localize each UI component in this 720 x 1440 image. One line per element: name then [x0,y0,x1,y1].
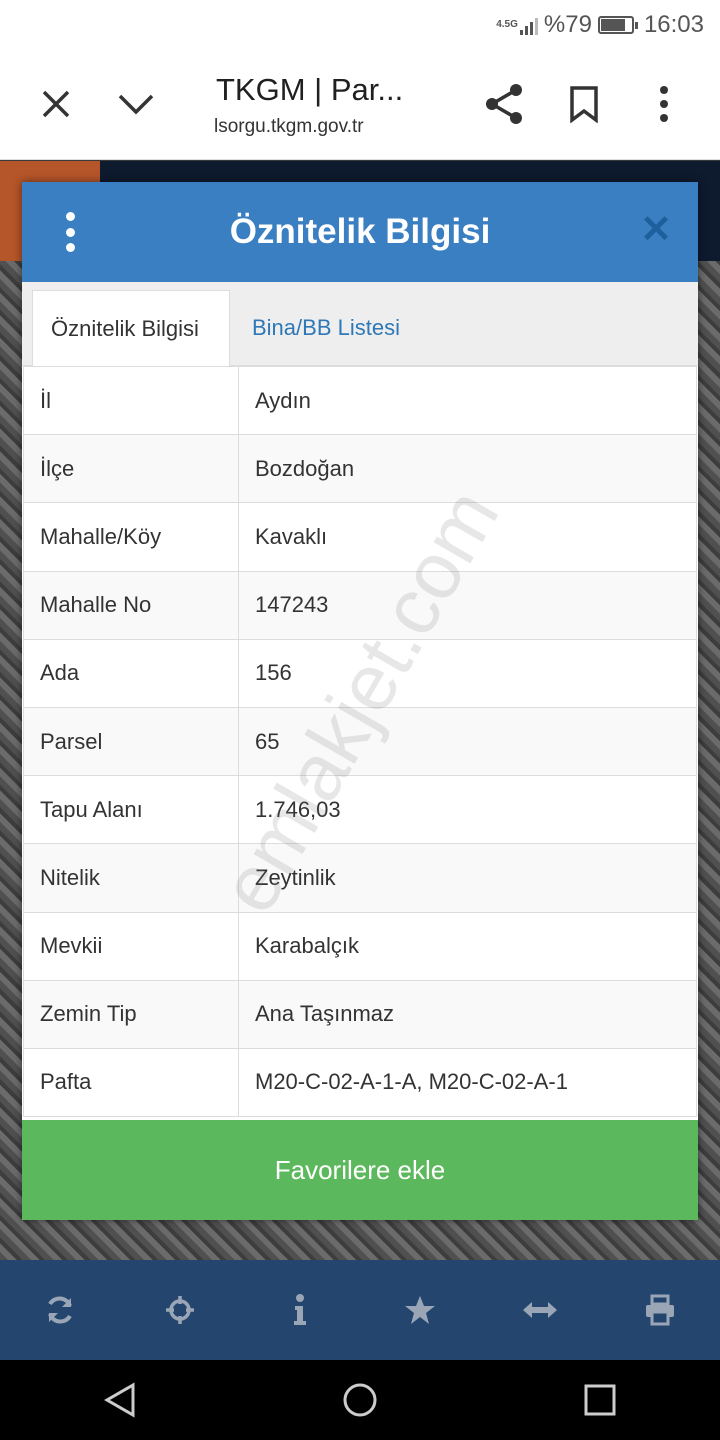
table-row: Mevkii Karabalçık [23,911,697,981]
refresh-icon[interactable] [30,1280,90,1340]
tab-title: TKGM | Par... [216,72,404,107]
star-icon[interactable] [390,1280,450,1340]
attribute-key: Parsel [23,706,239,777]
dialog-title: Öznitelik Bilgisi [229,212,491,251]
attribute-key: Zemin Tip [23,979,239,1049]
close-icon[interactable] [26,74,86,134]
attribute-value: 65 [238,706,697,777]
close-icon[interactable]: ✕ [640,210,672,250]
attribute-table: İl Aydın İlçe Bozdoğan Mahalle/Köy Kavaklı Mah… [23,365,697,1118]
attribute-value: 156 [238,638,697,708]
attribute-key: Ada [23,638,239,708]
home-icon[interactable] [330,1370,390,1430]
attribute-dialog: Öznitelik Bilgisi ✕ Öznitelik Bilgisi Bi… [22,182,698,1220]
status-bar: 4.5G %79 16:03 [0,0,720,50]
network-type: 4.5G [496,19,518,30]
recents-icon[interactable] [570,1370,630,1430]
add-favorite-button[interactable]: Favorilere ekle [22,1120,698,1220]
table-row: Mahalle/Köy Kavaklı [23,502,697,572]
table-row: Mahalle No 147243 [23,570,697,640]
attribute-key: Pafta [23,1047,239,1118]
attribute-value: Kavaklı [238,502,697,572]
attribute-value: M20-C-02-A-1-A, M20-C-02-A-1 [238,1047,697,1118]
attribute-key: Mahalle/Köy [23,502,239,572]
table-row: Tapu Alanı 1.746,03 [23,775,697,845]
table-row: Nitelik Zeytinlik [23,843,697,913]
table-row: Zemin Tip Ana Taşınmaz [23,979,697,1049]
tab-building-list[interactable]: Bina/BB Listesi [234,290,418,366]
attribute-value: 1.746,03 [238,775,697,845]
clock: 16:03 [643,11,704,38]
map-toolbar [0,1260,720,1360]
table-row: Parsel 65 [23,706,697,777]
table-row: İl Aydın [23,365,697,436]
attribute-value: Zeytinlik [238,843,697,913]
table-row: İlçe Bozdoğan [23,434,697,504]
print-icon[interactable] [630,1280,690,1340]
table-row: Ada 156 [23,638,697,708]
attribute-key: Mevkii [23,911,239,981]
bookmark-icon[interactable] [554,74,614,134]
battery-percent: %79 [543,11,592,38]
attribute-key: İl [23,365,239,436]
table-row: Pafta M20-C-02-A-1-A, M20-C-02-A-1 [23,1047,697,1118]
attribute-value: 147243 [238,570,697,640]
attribute-value: Ana Taşınmaz [238,979,697,1049]
attribute-key: İlçe [23,434,239,504]
back-icon[interactable] [90,1370,150,1430]
dialog-header: Öznitelik Bilgisi ✕ [22,182,698,282]
browser-toolbar: TKGM | Par... lsorgu.tkgm.gov.tr [0,50,720,160]
attribute-value: Bozdoğan [238,434,697,504]
attribute-key: Tapu Alanı [23,775,239,845]
system-nav-bar [0,1360,720,1440]
dialog-tabs: Öznitelik Bilgisi Bina/BB Listesi [22,282,698,366]
attribute-value: Karabalçık [238,911,697,981]
page-url[interactable]: lsorgu.tkgm.gov.tr [214,116,364,138]
tab-attributes[interactable]: Öznitelik Bilgisi [32,290,230,366]
more-vert-icon[interactable] [634,74,694,134]
arrows-horizontal-icon[interactable] [510,1280,570,1340]
signal-icon [519,15,538,35]
info-icon[interactable] [270,1280,330,1340]
battery-icon [597,16,638,34]
attribute-key: Nitelik [23,843,239,913]
attribute-key: Mahalle No [23,570,239,640]
crosshair-icon[interactable] [150,1280,210,1340]
chevron-down-icon[interactable] [106,74,166,134]
attribute-value: Aydın [238,365,697,436]
share-icon[interactable] [474,74,534,134]
